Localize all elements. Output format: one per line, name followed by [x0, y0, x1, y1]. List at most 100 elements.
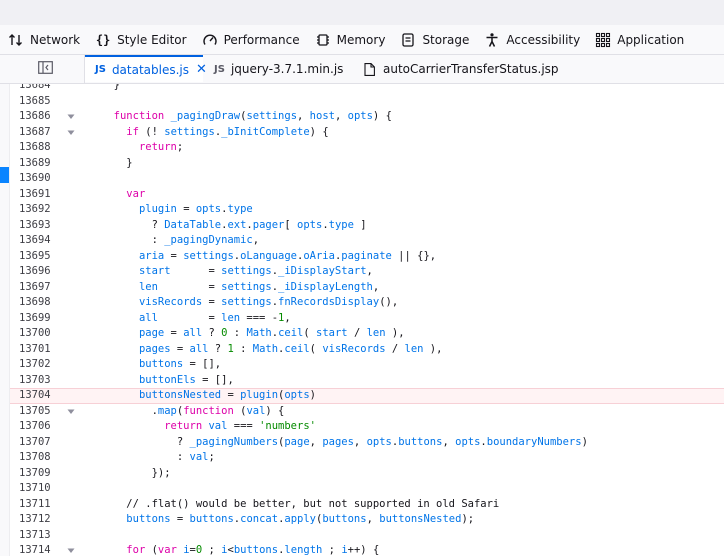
- code-line[interactable]: 13703 buttonEls = [],: [10, 373, 724, 389]
- code-line[interactable]: 13701 pages = all ? 1 : Math.ceil( visRe…: [10, 342, 724, 358]
- line-number[interactable]: 13690: [19, 171, 59, 187]
- code-line[interactable]: 13710: [10, 481, 724, 497]
- line-number[interactable]: 13707: [19, 435, 59, 451]
- code-line[interactable]: 13706 return val === 'numbers': [10, 419, 724, 435]
- code-line[interactable]: 13695 aria = settings.oLanguage.oAria.pa…: [10, 249, 724, 265]
- code-text: pages = all ? 1 : Math.ceil( visRecords …: [138, 342, 443, 355]
- code-line[interactable]: 13700 page = all ? 0 : Math.ceil( start …: [10, 326, 724, 342]
- line-number[interactable]: 13702: [19, 357, 59, 373]
- line-number[interactable]: 13692: [19, 202, 59, 218]
- code-line[interactable]: 13685: [10, 94, 724, 110]
- code-text: // .flat() would be better, but not supp…: [101, 497, 500, 510]
- line-number[interactable]: 13699: [19, 311, 59, 327]
- line-number[interactable]: 13685: [19, 94, 59, 110]
- code-line[interactable]: 13702 buttons = [],: [10, 357, 724, 373]
- line-number[interactable]: 13688: [19, 140, 59, 156]
- line-number[interactable]: 13694: [19, 233, 59, 249]
- code-line[interactable]: 13690: [10, 171, 724, 187]
- line-number[interactable]: 13713: [19, 528, 59, 544]
- fold-chevron-icon[interactable]: [67, 409, 75, 415]
- close-tab-icon[interactable]: ✕: [196, 62, 207, 77]
- code-line[interactable]: 13698 visRecords = settings.fnRecordsDis…: [10, 295, 724, 311]
- code-line[interactable]: 13713: [10, 528, 724, 544]
- line-number[interactable]: 13712: [19, 512, 59, 528]
- line-number[interactable]: 13710: [19, 481, 59, 497]
- code-line[interactable]: 13688 return;: [10, 140, 724, 156]
- line-number[interactable]: 13698: [19, 295, 59, 311]
- line-number[interactable]: 13711: [19, 497, 59, 513]
- tool-performance[interactable]: Performance: [194, 25, 307, 54]
- code-text: page = all ? 0 : Math.ceil( start / len …: [138, 327, 405, 339]
- accessibility-icon: [484, 32, 500, 48]
- code-line[interactable]: 13711 // .flat() would be better, but no…: [10, 497, 724, 513]
- line-number[interactable]: 13708: [19, 450, 59, 466]
- braces-icon: {}: [95, 32, 111, 47]
- code-text: : _pagingDynamic,: [101, 234, 260, 246]
- code-line[interactable]: 13709 });: [10, 466, 724, 482]
- code-text: ? _pagingNumbers(page, pages, opts.butto…: [101, 435, 588, 448]
- code-line[interactable]: 13705 .map(function (val) {: [10, 404, 724, 420]
- code-line[interactable]: 13707 ? _pagingNumbers(page, pages, opts…: [10, 435, 724, 451]
- line-number[interactable]: 13689: [19, 156, 59, 172]
- code-line[interactable]: 13714 for (var i=0 ; i<buttons.length ; …: [10, 543, 724, 556]
- tab-jquery-js[interactable]: JS jquery-3.7.1.min.js: [214, 55, 343, 83]
- line-number[interactable]: 13684: [19, 84, 59, 94]
- line-number[interactable]: 13705: [19, 404, 59, 420]
- tab-autocarrier-jsp[interactable]: autoCarrierTransferStatus.jsp: [364, 55, 559, 83]
- line-number[interactable]: 13704: [19, 389, 59, 403]
- fold-chevron-icon[interactable]: [67, 114, 75, 120]
- code-line[interactable]: 13697 len = settings._iDisplayLength,: [10, 280, 724, 296]
- tool-label: Memory: [336, 32, 386, 47]
- code-line[interactable]: 13712 buttons = buttons.concat.apply(but…: [10, 512, 724, 528]
- code-line[interactable]: 13694 : _pagingDynamic,: [10, 233, 724, 249]
- code-text: });: [101, 466, 171, 479]
- tool-accessibility[interactable]: Accessibility: [476, 25, 587, 54]
- sidebar-panel-icon: [38, 61, 53, 74]
- window-top-strip: [0, 0, 724, 25]
- line-number[interactable]: 13709: [19, 466, 59, 482]
- code-line[interactable]: 13687 if (! settings._bInitComplete) {: [10, 125, 724, 141]
- fold-chevron-icon[interactable]: [67, 130, 75, 136]
- code-line[interactable]: 13696 start = settings._iDisplayStart,: [10, 264, 724, 280]
- code-text: buttonEls = [],: [138, 373, 234, 386]
- code-line[interactable]: 13708 : val;: [10, 450, 724, 466]
- code-line[interactable]: 13689 }: [10, 156, 724, 172]
- tab-label: jquery-3.7.1.min.js: [230, 62, 344, 76]
- line-number[interactable]: 13697: [19, 280, 59, 296]
- line-number[interactable]: 13686: [19, 109, 59, 125]
- line-number[interactable]: 13706: [19, 419, 59, 435]
- code-text: buttonsNested = plugin(opts): [138, 389, 316, 401]
- tool-storage[interactable]: Storage: [392, 25, 476, 54]
- line-number[interactable]: 13693: [19, 218, 59, 234]
- code-text: len = settings._iDisplayLength,: [138, 280, 380, 293]
- code-line[interactable]: 13693 ? DataTable.ext.pager[ opts.type ]: [10, 218, 724, 234]
- line-number[interactable]: 13714: [19, 543, 59, 556]
- line-number[interactable]: 13695: [19, 249, 59, 265]
- fold-chevron-icon[interactable]: [67, 548, 75, 554]
- editor-left-gutter-strip: [0, 84, 10, 556]
- code-text: : val;: [101, 451, 215, 463]
- code-line[interactable]: 13691 var: [10, 187, 724, 203]
- code-line[interactable]: 13704 buttonsNested = plugin(opts): [10, 388, 724, 404]
- tool-style-editor[interactable]: {} Style Editor: [87, 25, 193, 54]
- line-number[interactable]: 13691: [19, 187, 59, 203]
- tab-datatables-js[interactable]: JS datatables.js ✕: [85, 55, 207, 82]
- code-editor[interactable]: 13684 } 13685 13686 function _pagingDraw(…: [0, 84, 724, 556]
- line-number[interactable]: 13703: [19, 373, 59, 389]
- line-number[interactable]: 13687: [19, 125, 59, 141]
- code-line[interactable]: 13692 plugin = opts.type: [10, 202, 724, 218]
- tool-application[interactable]: Application: [587, 25, 691, 54]
- code-text: visRecords = settings.fnRecordsDisplay()…: [138, 296, 399, 308]
- line-number[interactable]: 13700: [19, 326, 59, 342]
- line-number[interactable]: 13701: [19, 342, 59, 358]
- code-text: }: [101, 84, 120, 91]
- tool-network[interactable]: Network: [0, 25, 87, 54]
- line-number[interactable]: 13696: [19, 264, 59, 280]
- tool-memory[interactable]: Memory: [307, 25, 393, 54]
- code-line[interactable]: 13686 function _pagingDraw(settings, hos…: [10, 109, 724, 125]
- sidebar-toggle-button[interactable]: [38, 61, 53, 74]
- code-line[interactable]: 13684 }: [10, 84, 724, 94]
- code-line[interactable]: 13699 all = len === -1,: [10, 311, 724, 327]
